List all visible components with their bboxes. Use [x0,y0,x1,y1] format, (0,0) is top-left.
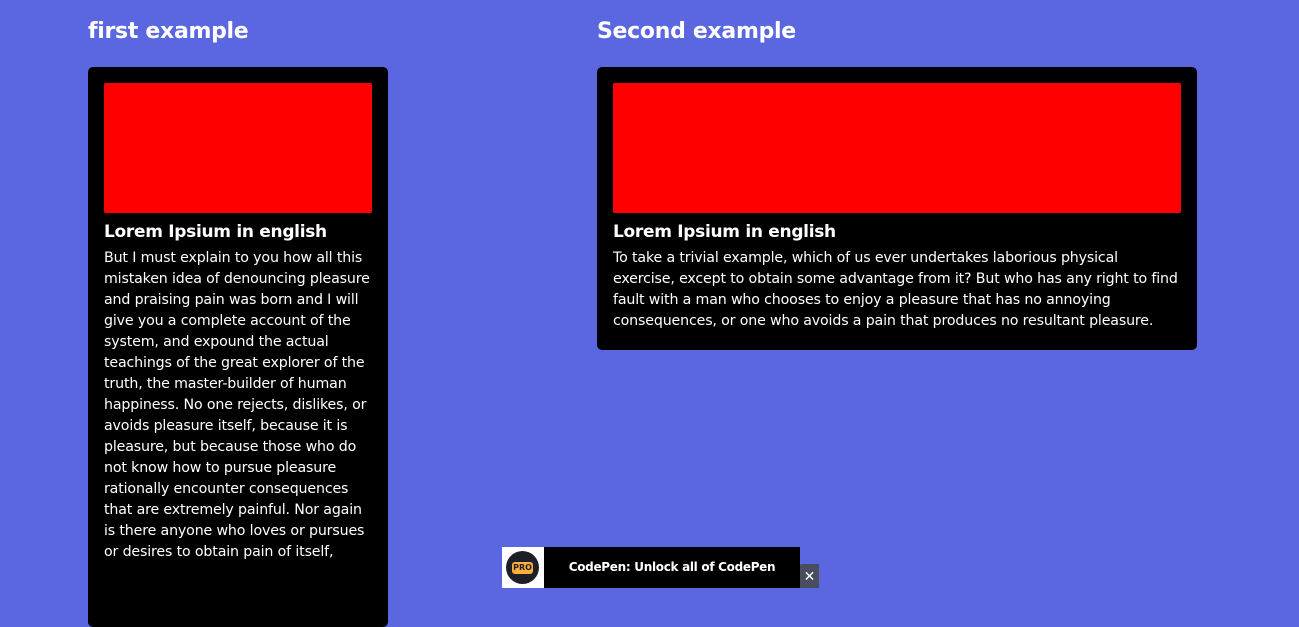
card-body-text: But I must explain to you how all this m… [104,250,370,560]
first-example-heading: first example [88,19,249,44]
close-icon[interactable]: ✕ [800,564,819,588]
first-example-card: Lorem Ipsium in english But I must expla… [88,67,388,627]
codepen-pro-banner[interactable]: PRO CodePen: Unlock all of CodePen [502,547,800,588]
pro-badge: PRO [502,547,544,588]
banner-text[interactable]: CodePen: Unlock all of CodePen [544,547,800,588]
card-body-text: To take a trivial example, which of us e… [613,250,1178,329]
card-title: Lorem Ipsium in english [104,222,327,242]
second-example-card: Lorem Ipsium in english To take a trivia… [597,67,1197,350]
second-example-heading: Second example [597,19,796,44]
card-title: Lorem Ipsium in english [613,222,836,242]
card-image-placeholder [104,83,372,213]
pro-badge-label: PRO [512,562,533,574]
card-image-placeholder [613,83,1181,213]
pro-badge-circle: PRO [506,551,539,584]
